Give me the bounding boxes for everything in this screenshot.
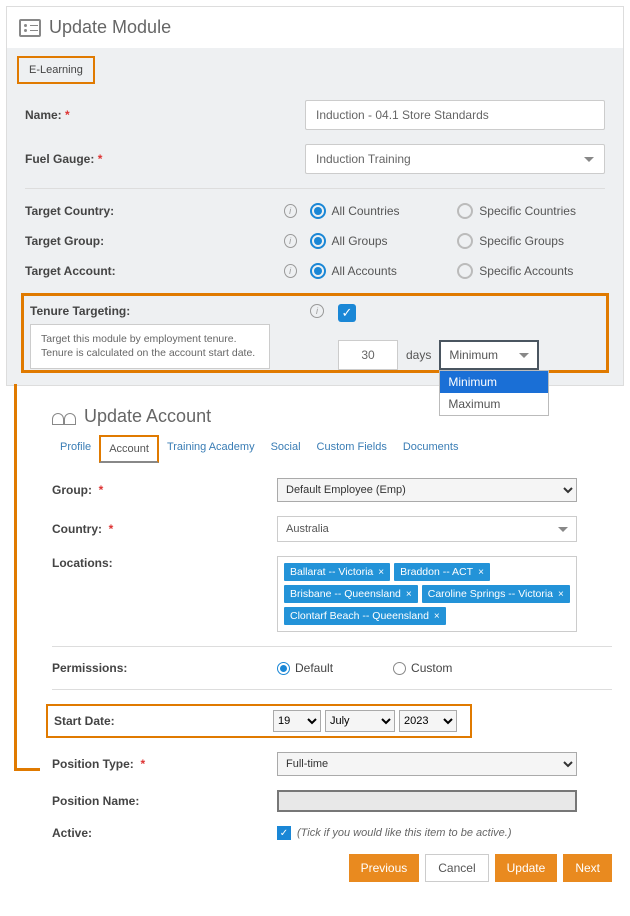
tab-documents[interactable]: Documents	[395, 435, 467, 463]
close-icon[interactable]: ×	[558, 589, 564, 600]
country-select[interactable]: Australia	[277, 516, 577, 542]
cancel-button[interactable]: Cancel	[425, 854, 488, 882]
chevron-down-icon	[584, 157, 594, 162]
location-tag[interactable]: Ballarat -- Victoria×	[284, 563, 390, 581]
group-select[interactable]: Default Employee (Emp)	[277, 478, 577, 502]
radio-all-groups[interactable]: All Groups	[310, 233, 458, 249]
info-icon[interactable]: i	[284, 204, 297, 218]
tab-training-academy[interactable]: Training Academy	[159, 435, 263, 463]
position-type-label: Position Type: *	[52, 757, 277, 771]
radio-default[interactable]: Default	[277, 661, 333, 675]
target-group-label: Target Group:	[25, 234, 284, 248]
tab-custom-fields[interactable]: Custom Fields	[309, 435, 395, 463]
permissions-label: Permissions:	[52, 661, 277, 675]
active-checkbox[interactable]: ✓	[277, 826, 291, 840]
annotation-connector-vertical	[14, 384, 17, 770]
annotation-connector-horizontal	[14, 768, 42, 771]
start-date-month[interactable]: July	[325, 710, 395, 732]
position-name-label: Position Name:	[52, 794, 277, 808]
account-title: Update Account	[84, 406, 211, 427]
fuel-gauge-select[interactable]: Induction Training	[305, 144, 605, 174]
tenure-days-input[interactable]	[338, 340, 398, 370]
chevron-down-icon	[519, 353, 529, 358]
tab-social[interactable]: Social	[263, 435, 309, 463]
tab-elearning[interactable]: E-Learning	[17, 56, 95, 84]
group-label: Group: *	[52, 483, 277, 497]
update-button[interactable]: Update	[495, 854, 558, 882]
close-icon[interactable]: ×	[378, 567, 384, 578]
locations-label: Locations:	[52, 556, 277, 570]
active-label: Active:	[52, 826, 277, 840]
info-icon[interactable]: i	[284, 234, 297, 248]
divider	[52, 646, 612, 647]
name-input[interactable]	[305, 100, 605, 130]
info-icon[interactable]: i	[284, 264, 297, 278]
dropdown-option-maximum[interactable]: Maximum	[440, 393, 548, 415]
radio-all-accounts[interactable]: All Accounts	[310, 263, 458, 279]
radio-specific-countries[interactable]: Specific Countries	[457, 203, 605, 219]
tab-account[interactable]: Account	[99, 435, 159, 463]
start-date-day[interactable]: 19	[273, 710, 321, 732]
start-date-year[interactable]: 2023	[399, 710, 457, 732]
target-account-label: Target Account:	[25, 264, 284, 278]
tenure-checkbox[interactable]: ✓	[338, 304, 356, 322]
location-tag[interactable]: Clontarf Beach -- Queensland×	[284, 607, 446, 625]
module-header: Update Module	[7, 7, 623, 48]
update-account-panel: Update Account Profile Account Training …	[40, 396, 624, 892]
update-module-panel: Update Module E-Learning Name: * Fuel Ga…	[6, 6, 624, 386]
name-label: Name: *	[25, 108, 305, 122]
module-title: Update Module	[49, 17, 171, 38]
account-tabs: Profile Account Training Academy Social …	[52, 435, 612, 464]
position-type-select[interactable]: Full-time	[277, 752, 577, 776]
location-tag[interactable]: Braddon -- ACT×	[394, 563, 490, 581]
radio-specific-groups[interactable]: Specific Groups	[457, 233, 605, 249]
fuel-gauge-value: Induction Training	[316, 152, 411, 166]
module-icon	[19, 19, 41, 37]
close-icon[interactable]: ×	[434, 611, 440, 622]
tenure-targeting-highlight: Tenure Targeting: Target this module by …	[21, 293, 609, 373]
tenure-minmax-dropdown: Minimum Maximum	[439, 370, 549, 416]
location-tag[interactable]: Caroline Springs -- Victoria×	[422, 585, 570, 603]
radio-custom[interactable]: Custom	[393, 661, 452, 675]
close-icon[interactable]: ×	[478, 567, 484, 578]
active-note: (Tick if you would like this item to be …	[297, 827, 511, 839]
dropdown-option-minimum[interactable]: Minimum	[440, 371, 548, 393]
users-icon	[52, 409, 76, 425]
next-button[interactable]: Next	[563, 854, 612, 882]
locations-multiselect[interactable]: Ballarat -- Victoria× Braddon -- ACT× Br…	[277, 556, 577, 632]
radio-all-countries[interactable]: All Countries	[310, 203, 458, 219]
start-date-highlight: Start Date: 19 July 2023	[46, 704, 472, 738]
position-name-input[interactable]	[277, 790, 577, 812]
target-country-label: Target Country:	[25, 204, 284, 218]
tenure-tooltip: Target this module by employment tenure.…	[30, 324, 270, 369]
days-label: days	[406, 348, 431, 362]
country-label: Country: *	[52, 522, 277, 536]
radio-specific-accounts[interactable]: Specific Accounts	[457, 263, 605, 279]
tenure-label: Tenure Targeting:	[30, 304, 310, 318]
fuel-gauge-label: Fuel Gauge: *	[25, 152, 305, 166]
previous-button[interactable]: Previous	[349, 854, 420, 882]
info-icon[interactable]: i	[310, 304, 324, 318]
divider	[25, 188, 605, 189]
tenure-minmax-select[interactable]: Minimum	[439, 340, 539, 370]
chevron-down-icon	[558, 527, 568, 532]
tab-profile[interactable]: Profile	[52, 435, 99, 463]
divider	[52, 689, 612, 690]
location-tag[interactable]: Brisbane -- Queensland×	[284, 585, 418, 603]
start-date-label: Start Date:	[54, 714, 273, 728]
close-icon[interactable]: ×	[406, 589, 412, 600]
